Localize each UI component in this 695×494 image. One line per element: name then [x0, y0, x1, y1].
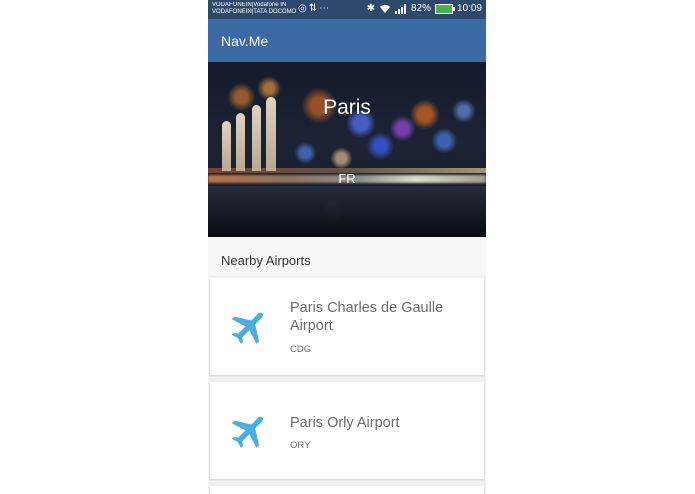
whatsapp-icon: ◎ — [298, 3, 309, 14]
system-icons: ✱ 82% 10:09 — [367, 3, 482, 15]
carrier-line-2: VODAFONEIN|TATA DOCOMO — [212, 9, 297, 15]
airport-card[interactable]: Paris Orly Airport ORY — [210, 382, 484, 479]
more-icon: ⋯ — [319, 3, 332, 14]
airport-name: Paris Charles de Gaulle Airport — [290, 300, 444, 334]
airplane-icon — [231, 416, 264, 448]
airport-code: CDG — [290, 344, 312, 355]
city-hero-banner: Paris FR — [208, 62, 486, 237]
status-bar: VODAFONEIN|Vodafone IN VODAFONEIN|TATA D… — [208, 0, 486, 19]
app-title: Nav.Me — [221, 33, 269, 49]
notification-icons: ◎⇅⋯ — [298, 3, 331, 14]
airport-code: ORY — [290, 440, 311, 451]
app-bar: Nav.Me — [208, 19, 486, 62]
wifi-icon — [379, 4, 390, 14]
airport-card[interactable]: Paris Charles de Gaulle Airport CDG — [210, 278, 484, 375]
status-time: 10:09 — [456, 3, 482, 14]
battery-percent: 82% — [410, 3, 431, 14]
hero-building — [222, 121, 231, 171]
airplane-icon — [231, 312, 264, 344]
city-name: Paris — [323, 96, 371, 119]
signal-icon — [394, 4, 406, 14]
nearby-airports-header: Nearby Airports — [208, 237, 486, 275]
bluetooth-icon: ✱ — [366, 3, 375, 14]
airport-name: Paris Orly Airport — [290, 415, 400, 431]
airport-card-partial[interactable] — [210, 486, 484, 494]
carrier-line-1: VODAFONEIN|Vodafone IN — [212, 2, 287, 8]
hero-building — [236, 113, 245, 171]
section-title: Nearby Airports — [221, 253, 311, 268]
battery-icon — [434, 4, 455, 14]
data-icon: ⇅ — [308, 3, 320, 14]
country-code: FR — [338, 171, 356, 186]
hero-water — [208, 186, 486, 237]
phone-screen: VODAFONEIN|Vodafone IN VODAFONEIN|TATA D… — [208, 0, 486, 494]
carrier-info: VODAFONEIN|Vodafone IN VODAFONEIN|TATA D… — [212, 2, 304, 16]
